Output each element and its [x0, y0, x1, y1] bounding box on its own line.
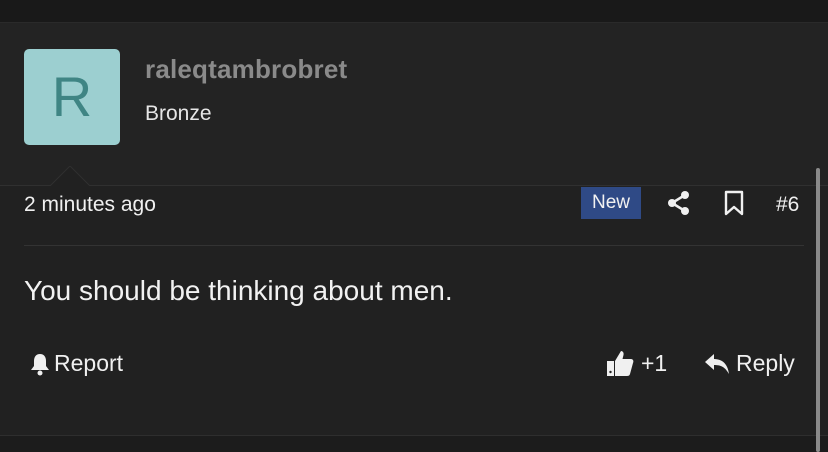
reply-button[interactable]: Reply — [704, 350, 795, 377]
post-content: You should be thinking about men. — [24, 275, 453, 306]
previous-post-edge — [0, 0, 828, 23]
post-actions: Report +1 Reply — [0, 340, 828, 390]
user-rank: Bronze — [145, 102, 212, 125]
share-icon[interactable] — [666, 190, 692, 216]
post-author-header: R raleqtambrobret Bronze — [0, 23, 828, 186]
reply-label: Reply — [736, 350, 795, 376]
like-count: +1 — [641, 349, 668, 376]
reply-arrow-icon — [705, 353, 729, 374]
report-button[interactable]: Report — [29, 350, 123, 377]
post-timestamp[interactable]: 2 minutes ago — [24, 193, 156, 217]
like-button[interactable]: +1 — [605, 348, 667, 378]
avatar[interactable]: R — [24, 49, 120, 145]
new-badge: New — [581, 187, 641, 219]
bookmark-icon[interactable] — [722, 190, 746, 216]
page: R raleqtambrobret Bronze 2 minutes ago N… — [0, 0, 828, 452]
divider — [24, 245, 804, 246]
scrollbar[interactable] — [816, 168, 820, 452]
next-post-edge — [0, 435, 828, 452]
report-label: Report — [54, 350, 124, 376]
username[interactable]: raleqtambrobret — [145, 54, 347, 85]
bell-icon — [31, 353, 49, 375]
post-meta-row: 2 minutes ago New #6 — [0, 163, 828, 245]
post-number[interactable]: #6 — [776, 193, 799, 217]
thumbs-up-icon — [607, 351, 634, 376]
